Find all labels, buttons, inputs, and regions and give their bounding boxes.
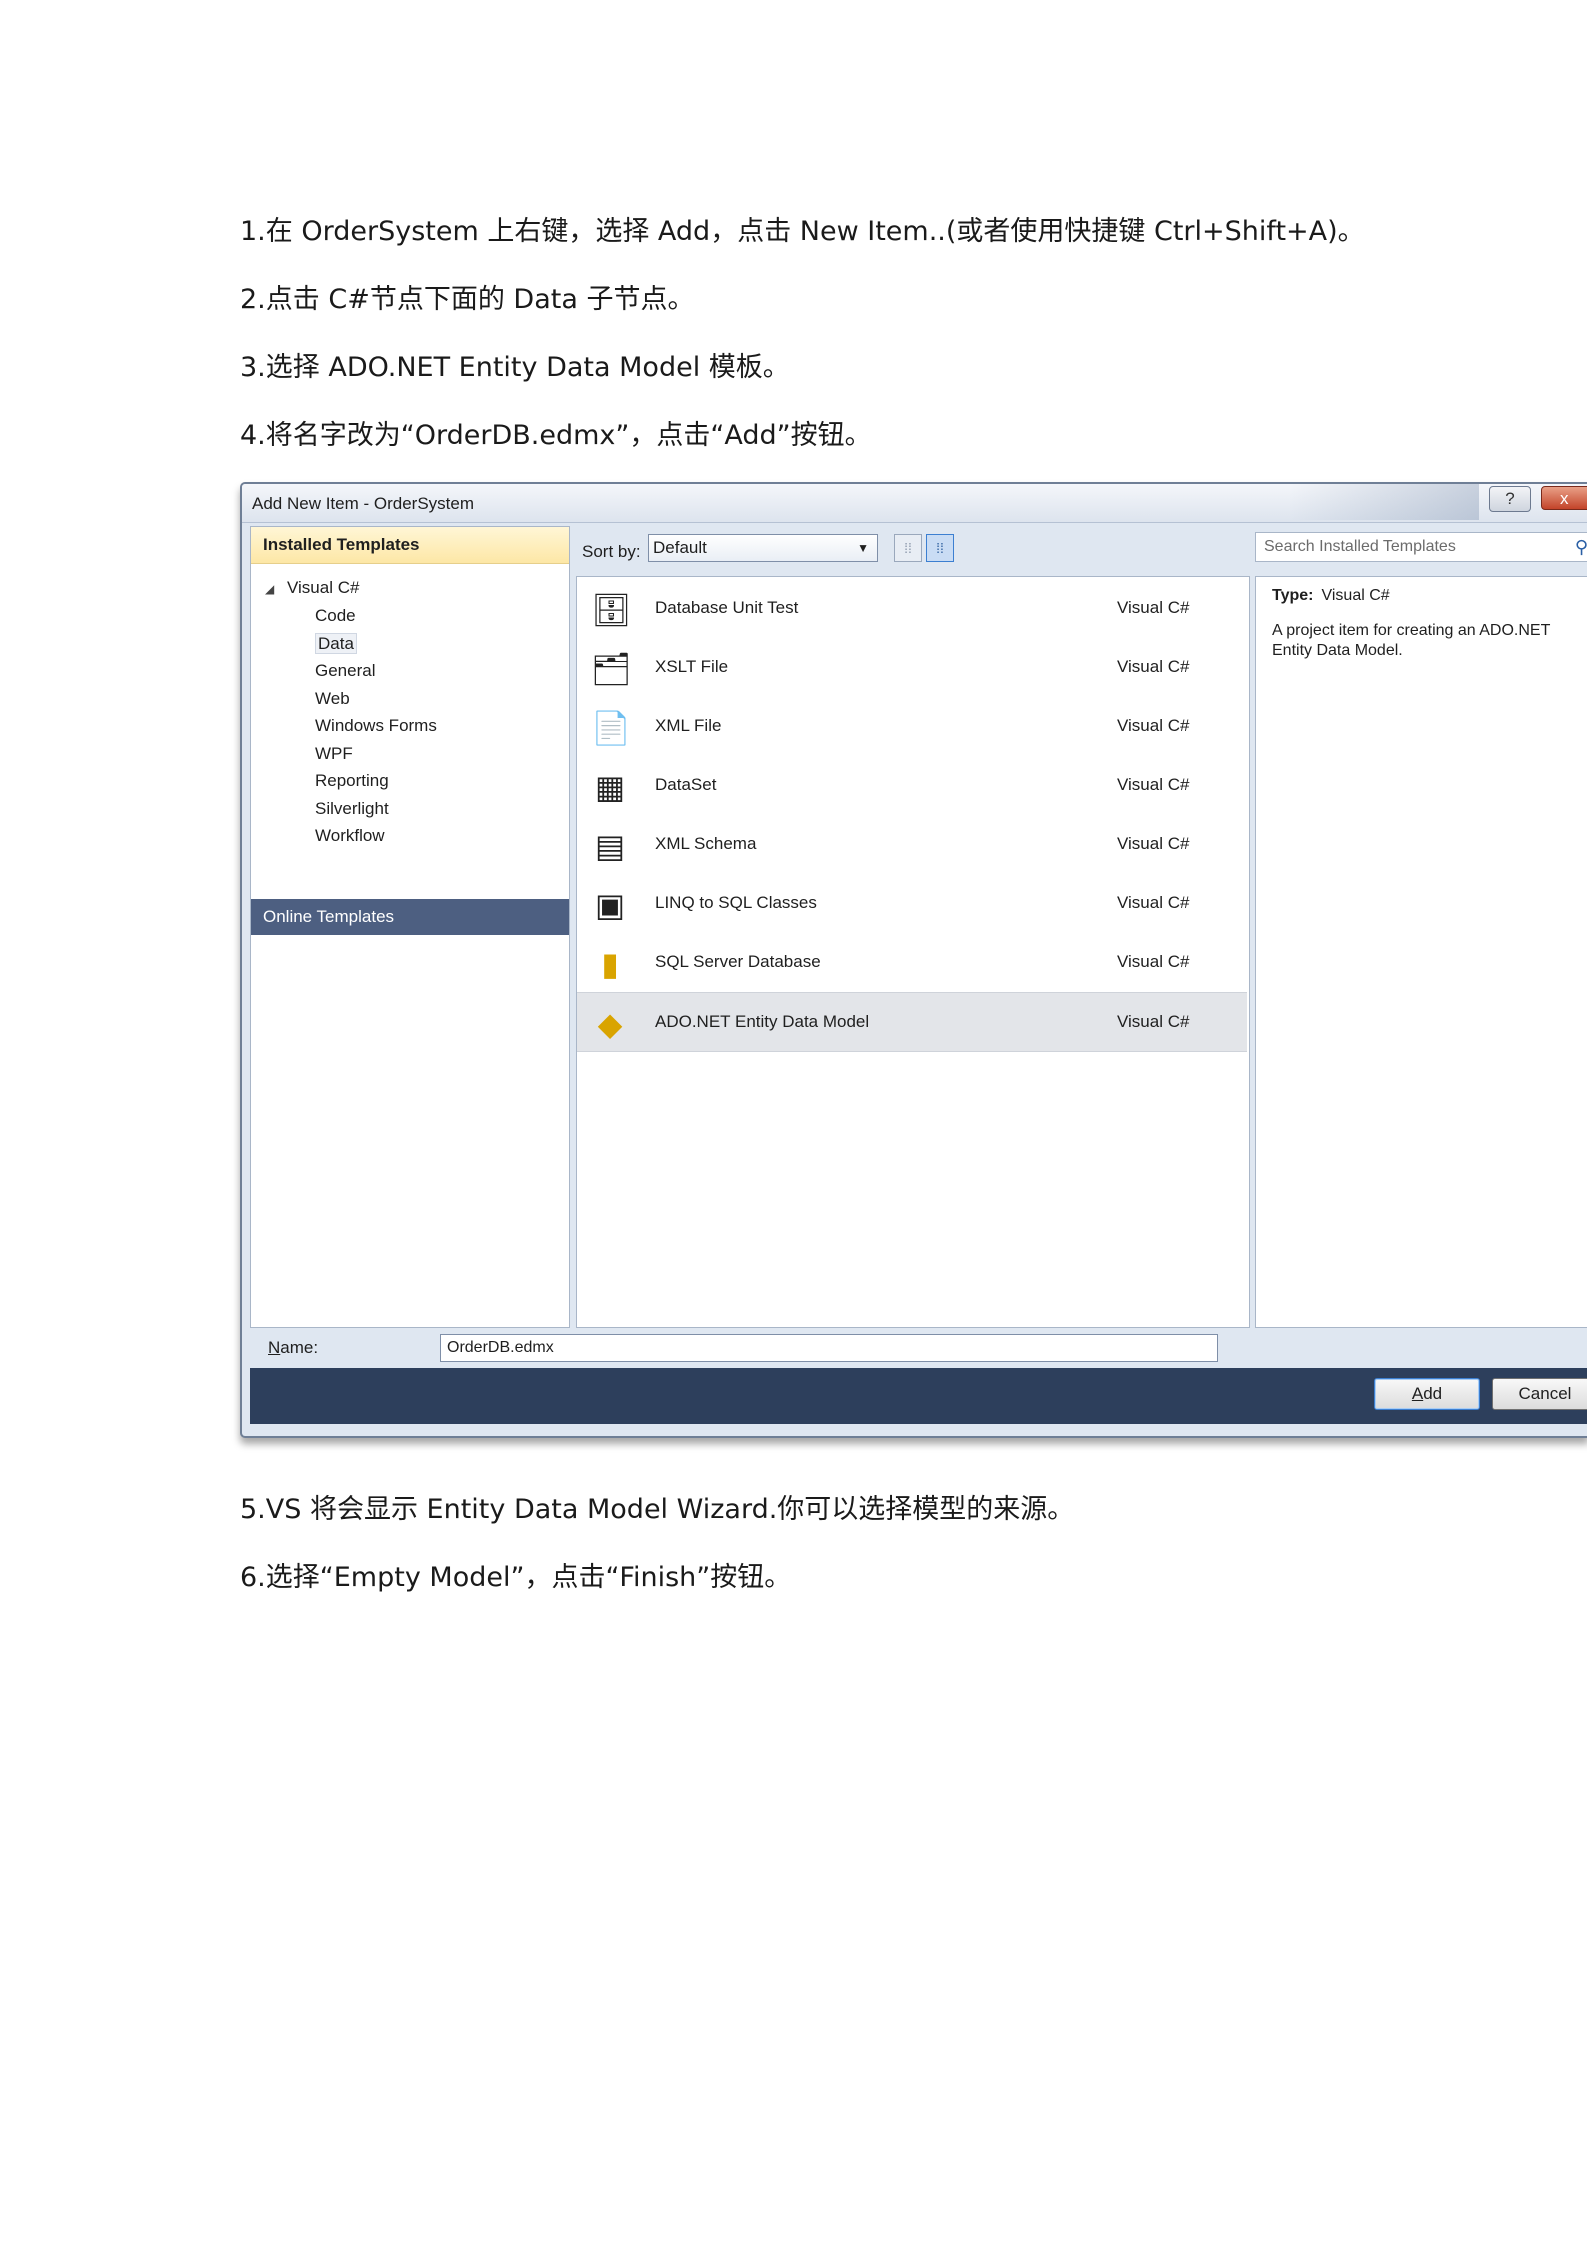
template-language: Visual C#	[1117, 716, 1190, 735]
name-label-rest: ame:	[280, 1338, 319, 1357]
tree-item-label: WPF	[315, 743, 353, 763]
name-label-mnemonic: N	[268, 1338, 281, 1357]
template-row-xml-schema[interactable]: ▤ XML Schema Visual C#	[577, 815, 1247, 873]
template-language: Visual C#	[1117, 834, 1190, 853]
add-mnemonic: A	[1411, 1384, 1424, 1403]
tree-item-general[interactable]: General	[251, 657, 569, 685]
template-language: Visual C#	[1117, 893, 1190, 912]
cancel-button[interactable]: Cancel	[1492, 1378, 1587, 1410]
type-value: Visual C#	[1321, 587, 1390, 604]
step-4: 4.将名字改为“OrderDB.edmx”，点击“Add”按钮。	[240, 420, 872, 451]
template-name: XML File	[655, 716, 722, 735]
tree-node-label: Visual C#	[287, 578, 360, 597]
dataset-icon: ▦	[594, 769, 626, 805]
dialog-button-bar: Add Cancel	[250, 1368, 1587, 1424]
template-name: XML Schema	[655, 834, 757, 853]
tree-node-visual-csharp[interactable]: ◢ Visual C#	[251, 574, 569, 602]
sort-toolbar: Sort by: Default ▼ ⁞⁞ ⁞⁞	[576, 526, 1248, 576]
step-6: 6.选择“Empty Model”，点击“Finish”按钮。	[240, 1562, 792, 1593]
step-3: 3.选择 ADO.NET Entity Data Model 模板。	[240, 352, 790, 383]
type-label: Type:	[1272, 587, 1314, 604]
tree-item-silverlight[interactable]: Silverlight	[251, 795, 569, 823]
sort-by-select[interactable]: Default ▼	[648, 534, 878, 562]
tree-item-windows-forms[interactable]: Windows Forms	[251, 712, 569, 740]
template-categories-pane: Installed Templates ◢ Visual C# Code Data…	[250, 526, 570, 1328]
name-label: Name:	[268, 1338, 318, 1358]
expand-triangle-icon[interactable]: ◢	[265, 575, 287, 603]
name-row: Name: OrderDB.edmx	[250, 1330, 1587, 1366]
tree-item-label: Data	[315, 632, 357, 654]
tree-item-label: General	[315, 661, 376, 680]
sort-by-label: Sort by:	[582, 542, 641, 561]
step-1: 1.在 OrderSystem 上右键，选择 Add，点击 New Item..…	[240, 216, 1365, 247]
template-name: SQL Server Database	[655, 952, 821, 971]
titlebar-background-overlay	[1289, 484, 1479, 520]
tree-item-label: Silverlight	[315, 798, 389, 818]
template-row-dataset[interactable]: ▦ DataSet Visual C#	[577, 756, 1247, 814]
dropdown-arrow-icon: ▼	[857, 541, 869, 555]
tree-item-workflow[interactable]: Workflow	[251, 822, 569, 850]
template-row-database-unit-test[interactable]: 🗄 Database Unit Test Visual C#	[577, 579, 1247, 637]
template-type: Type: Visual C#	[1272, 587, 1390, 605]
template-row-xslt-file[interactable]: 🗂 XSLT File Visual C#	[577, 638, 1247, 696]
template-description: A project item for creating an ADO.NET E…	[1272, 622, 1551, 659]
tree-item-label: Reporting	[315, 771, 389, 790]
template-language: Visual C#	[1117, 657, 1190, 676]
xslt-file-icon: 🗂	[591, 651, 632, 687]
database-unit-test-icon: 🗄	[591, 592, 632, 628]
step-5: 5.VS 将会显示 Entity Data Model Wizard.你可以选择…	[240, 1494, 1075, 1525]
templates-list: 🗄 Database Unit Test Visual C# 🗂 XSLT Fi…	[576, 576, 1250, 1328]
template-row-ado-net-entity-data-model[interactable]: ◆ ADO.NET Entity Data Model Visual C#	[577, 992, 1247, 1052]
tree-item-wpf[interactable]: WPF	[251, 740, 569, 768]
template-row-sql-server-database[interactable]: ▮ SQL Server Database Visual C#	[577, 933, 1247, 991]
template-language: Visual C#	[1117, 1012, 1190, 1031]
template-name: Database Unit Test	[655, 598, 799, 617]
linq-to-sql-icon: ▣	[594, 887, 626, 923]
entity-data-model-icon: ◆	[597, 1006, 623, 1042]
dialog-titlebar: Add New Item - OrderSystem ? x	[242, 484, 1587, 523]
search-icon[interactable]: ⚲	[1575, 533, 1587, 561]
category-tree: ◢ Visual C# Code Data General Web Windows…	[251, 564, 569, 850]
template-row-xml-file[interactable]: 📄 XML File Visual C#	[577, 697, 1247, 755]
template-name: DataSet	[655, 775, 717, 794]
add-button[interactable]: Add	[1374, 1378, 1480, 1410]
template-language: Visual C#	[1117, 775, 1190, 794]
template-name: LINQ to SQL Classes	[655, 893, 817, 912]
tree-item-label: Windows Forms	[315, 716, 437, 735]
step-2: 2.点击 C#节点下面的 Data 子节点。	[240, 284, 695, 315]
sort-by-value: Default	[653, 538, 707, 557]
name-input[interactable]: OrderDB.edmx	[440, 1334, 1218, 1362]
close-button[interactable]: x	[1541, 486, 1587, 510]
tree-item-label: Code	[315, 606, 356, 625]
tree-item-label: Web	[315, 688, 350, 708]
tree-item-reporting[interactable]: Reporting	[251, 767, 569, 795]
template-name: XSLT File	[655, 657, 729, 676]
installed-templates-header[interactable]: Installed Templates	[251, 527, 569, 564]
template-name: ADO.NET Entity Data Model	[655, 1012, 870, 1031]
small-icons-view-button[interactable]: ⁞⁞	[894, 534, 922, 562]
medium-icons-view-button[interactable]: ⁞⁞	[926, 534, 954, 562]
xml-file-icon: 📄	[591, 710, 631, 746]
tree-item-code[interactable]: Code	[251, 602, 569, 630]
tree-item-data[interactable]: Data	[251, 630, 569, 658]
sql-server-database-icon: ▮	[601, 946, 619, 982]
template-language: Visual C#	[1117, 598, 1190, 617]
template-row-linq-to-sql[interactable]: ▣ LINQ to SQL Classes Visual C#	[577, 874, 1247, 932]
add-label-rest: dd	[1423, 1384, 1443, 1403]
help-button[interactable]: ?	[1489, 486, 1531, 512]
tree-item-label: Workflow	[315, 826, 385, 845]
xml-schema-icon: ▤	[594, 828, 626, 864]
tree-item-web[interactable]: Web	[251, 685, 569, 713]
search-installed-templates-input[interactable]: Search Installed Templates ⚲	[1255, 532, 1587, 562]
add-new-item-dialog: Add New Item - OrderSystem ? x Installed…	[240, 482, 1587, 1438]
dialog-title: Add New Item - OrderSystem	[252, 494, 475, 513]
search-placeholder: Search Installed Templates	[1264, 538, 1456, 555]
template-details-pane: Type: Visual C# A project item for creati…	[1255, 576, 1587, 1328]
online-templates-header[interactable]: Online Templates	[251, 899, 569, 935]
template-language: Visual C#	[1117, 952, 1190, 971]
